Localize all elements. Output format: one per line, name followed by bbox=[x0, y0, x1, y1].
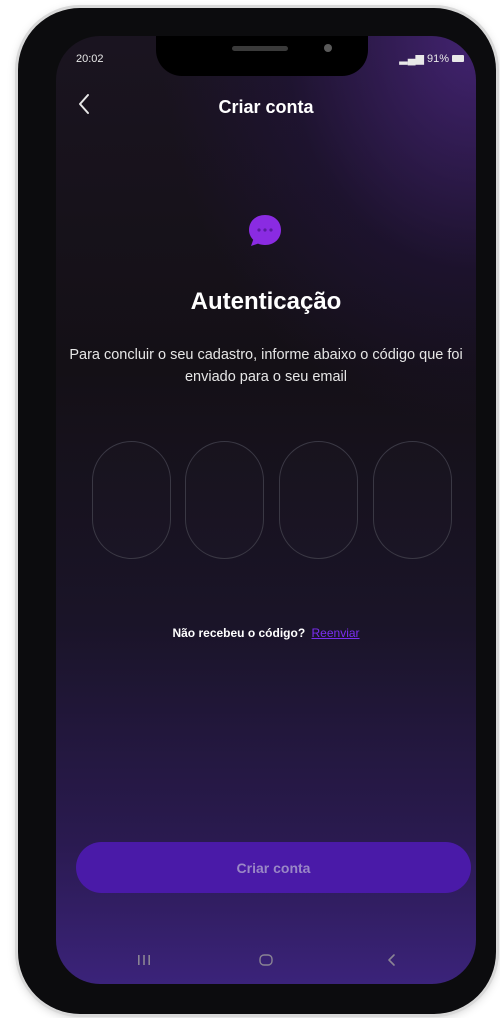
code-input-3[interactable] bbox=[279, 441, 358, 559]
battery-icon bbox=[452, 55, 464, 62]
stage: 20:02 ▂▄▆ 91% Criar conta Autenticação P… bbox=[0, 0, 500, 1018]
status-time: 20:02 bbox=[76, 53, 104, 65]
recents-icon bbox=[138, 955, 150, 965]
chat-bubble-icon bbox=[249, 215, 281, 246]
auth-description: Para concluir o seu cadastro, informe ab… bbox=[69, 347, 463, 385]
app-screen: 20:02 ▂▄▆ 91% Criar conta Autenticação P… bbox=[56, 36, 476, 984]
resend-question: Não recebeu o código? bbox=[172, 626, 306, 640]
camera bbox=[324, 44, 332, 52]
system-nav-bar bbox=[56, 936, 476, 984]
code-input-2[interactable] bbox=[185, 441, 264, 559]
status-right: ▂▄▆ 91% bbox=[399, 52, 464, 65]
code-input-4[interactable] bbox=[373, 441, 452, 559]
back-icon bbox=[388, 954, 395, 966]
home-button[interactable] bbox=[246, 936, 286, 984]
recents-button[interactable] bbox=[124, 936, 164, 984]
resend-row: Não recebeu o código? Reenviar bbox=[56, 626, 476, 640]
signal-icon: ▂▄▆ bbox=[399, 53, 424, 65]
create-account-button[interactable]: Criar conta bbox=[76, 842, 471, 893]
system-back-button[interactable] bbox=[372, 936, 412, 984]
page-title: Criar conta bbox=[218, 97, 314, 117]
speaker bbox=[232, 46, 288, 51]
auth-heading: Autenticação bbox=[190, 288, 342, 315]
resend-link[interactable]: Reenviar bbox=[312, 626, 360, 640]
battery-text: 91% bbox=[426, 52, 449, 65]
notch bbox=[156, 36, 368, 76]
code-input-1[interactable] bbox=[92, 441, 171, 559]
home-icon bbox=[259, 954, 273, 966]
